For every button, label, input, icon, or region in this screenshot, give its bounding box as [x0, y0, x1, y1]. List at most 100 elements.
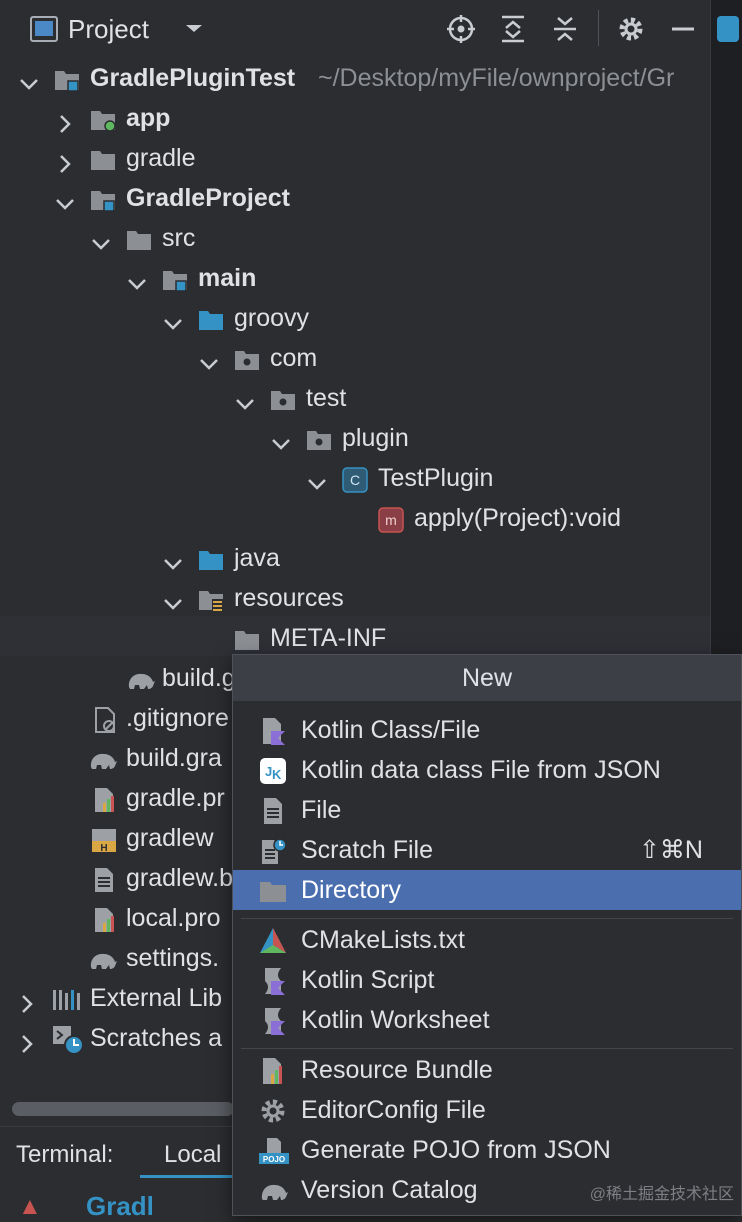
chevron-down-icon[interactable]	[126, 267, 148, 290]
tree-node-local-properties[interactable]: local.pro	[0, 898, 232, 938]
svg-text:K: K	[272, 767, 282, 782]
terminal-tab-local[interactable]: Local	[164, 1141, 221, 1169]
node-label: gradlew.b	[126, 864, 232, 892]
node-label: java	[234, 544, 280, 572]
tree-node-test[interactable]: test	[0, 378, 710, 418]
source-folder-icon	[198, 545, 224, 571]
chevron-down-icon[interactable]	[54, 187, 76, 210]
collapse-all-icon[interactable]	[550, 14, 580, 44]
jk-json-icon: JK	[259, 757, 287, 785]
menu-item-scratch-file[interactable]: Scratch File ⇧⌘N	[233, 830, 741, 870]
menu-item-generate-pojo[interactable]: POJO Generate POJO from JSON	[233, 1130, 741, 1170]
tree-node-gradle[interactable]: gradle	[0, 138, 710, 178]
tree-node-app[interactable]: app	[0, 98, 710, 138]
node-label: src	[162, 224, 196, 252]
chevron-right-icon[interactable]	[54, 147, 76, 173]
editor-tab-icon[interactable]	[717, 16, 739, 42]
chevron-right-icon[interactable]	[16, 1027, 38, 1053]
menu-item-label: Kotlin data class File from JSON	[301, 756, 661, 784]
tree-node-scratches[interactable]: Scratches a	[0, 1018, 232, 1058]
method-icon: m	[378, 505, 404, 533]
chevron-down-icon[interactable]	[182, 16, 212, 46]
tree-node-apply-method[interactable]: m apply(Project):void	[0, 498, 710, 538]
node-label: gradlew	[126, 824, 214, 852]
menu-item-kotlin-class-file[interactable]: Kotlin Class/File	[233, 710, 741, 750]
tree-node-java[interactable]: java	[0, 538, 710, 578]
chevron-right-icon[interactable]	[16, 987, 38, 1013]
folder-icon	[126, 225, 152, 251]
menu-item-cmakelists[interactable]: CMakeLists.txt	[233, 920, 741, 960]
tree-node-resources[interactable]: resources	[0, 578, 710, 618]
tree-node-com[interactable]: com	[0, 338, 710, 378]
chevron-down-icon[interactable]	[90, 227, 112, 250]
header-divider	[598, 10, 599, 46]
chevron-down-icon[interactable]	[306, 467, 328, 490]
watermark: @稀土掘金技术社区	[589, 1186, 734, 1203]
tree-node-settings-gradle[interactable]: settings.	[0, 938, 232, 978]
menu-item-file[interactable]: File	[233, 790, 741, 830]
gear-icon[interactable]	[616, 14, 646, 44]
chevron-down-icon[interactable]	[162, 307, 184, 330]
hide-icon[interactable]	[668, 14, 698, 44]
menu-item-kotlin-script[interactable]: Kotlin Script	[233, 960, 741, 1000]
tree-node-meta-inf[interactable]: META-INF	[0, 618, 710, 658]
chevron-down-icon[interactable]	[18, 67, 40, 90]
folder-icon	[234, 625, 260, 651]
tree-node-build-gradle[interactable]: build.gra	[0, 738, 232, 778]
scratches-icon	[52, 1025, 84, 1055]
tree-node-build-gradle-inner[interactable]: build.g	[0, 658, 232, 698]
horizontal-scrollbar[interactable]	[12, 1102, 234, 1116]
menu-item-directory[interactable]: Directory	[233, 870, 741, 910]
menu-item-editorconfig[interactable]: EditorConfig File	[233, 1090, 741, 1130]
chevron-down-icon[interactable]	[234, 387, 256, 410]
menu-item-label: Generate POJO from JSON	[301, 1136, 611, 1164]
menu-item-label: Kotlin Worksheet	[301, 1006, 490, 1034]
node-label: build.gra	[126, 744, 222, 772]
source-folder-icon	[198, 305, 224, 331]
gradle-elephant-icon	[126, 665, 155, 691]
menu-item-kotlin-data-class-json[interactable]: JK Kotlin data class File from JSON	[233, 750, 741, 790]
chevron-down-icon[interactable]	[162, 587, 184, 610]
tree-node-gradlew-bat[interactable]: gradlew.b	[0, 858, 232, 898]
node-label: External Lib	[90, 984, 223, 1012]
menu-item-kotlin-worksheet[interactable]: Kotlin Worksheet	[233, 1000, 741, 1040]
module-folder-icon	[90, 185, 116, 212]
tree-node-gradlew[interactable]: H gradlew	[0, 818, 232, 858]
active-tab-underline	[140, 1175, 232, 1178]
menu-title: New	[233, 655, 741, 701]
tree-node-groovy[interactable]: groovy	[0, 298, 710, 338]
svg-text:C: C	[350, 472, 360, 488]
properties-file-icon	[92, 905, 118, 932]
tree-node-external-libraries[interactable]: External Lib	[0, 978, 232, 1018]
menu-item-label: EditorConfig File	[301, 1096, 486, 1124]
node-label: META-INF	[270, 624, 387, 652]
menu-item-label: Kotlin Class/File	[301, 716, 481, 744]
chevron-down-icon[interactable]	[198, 347, 220, 370]
menu-item-label: Resource Bundle	[301, 1056, 493, 1084]
chevron-right-icon[interactable]	[54, 107, 76, 133]
ignore-file-icon	[92, 705, 118, 733]
tree-node-gradleproject[interactable]: GradleProject	[0, 178, 710, 218]
node-label: plugin	[342, 424, 409, 452]
tree-node-root[interactable]: GradlePluginTest ~/Desktop/myFile/ownpro…	[0, 58, 710, 98]
tree-node-testplugin[interactable]: C TestPlugin	[0, 458, 710, 498]
tree-node-gitignore[interactable]: .gitignore	[0, 698, 232, 738]
android-module-icon	[90, 105, 116, 132]
select-opened-file-icon[interactable]	[446, 14, 476, 44]
class-icon: C	[342, 465, 368, 493]
project-view-selector[interactable]: Project	[68, 14, 149, 45]
chevron-down-icon[interactable]	[270, 427, 292, 450]
menu-item-resource-bundle[interactable]: Resource Bundle	[233, 1050, 741, 1090]
expand-all-icon[interactable]	[498, 14, 528, 44]
tree-node-plugin[interactable]: plugin	[0, 418, 710, 458]
gradle-elephant-icon	[88, 745, 117, 771]
node-label: settings.	[126, 944, 220, 972]
module-folder-icon	[54, 65, 80, 92]
node-label: resources	[234, 584, 344, 612]
tree-node-gradle-properties[interactable]: gradle.pr	[0, 778, 232, 818]
node-label: local.pro	[126, 904, 221, 932]
tree-node-main[interactable]: main	[0, 258, 710, 298]
package-icon	[306, 425, 332, 451]
tree-node-src[interactable]: src	[0, 218, 710, 258]
chevron-down-icon[interactable]	[162, 547, 184, 570]
